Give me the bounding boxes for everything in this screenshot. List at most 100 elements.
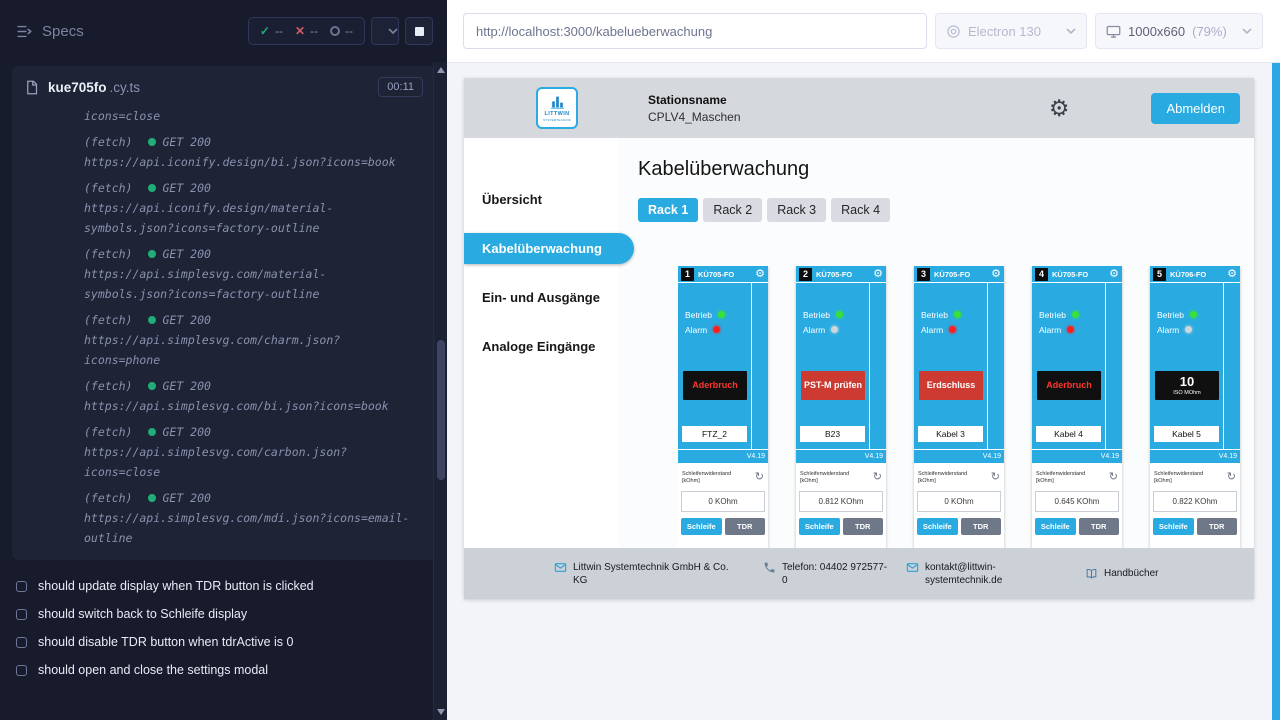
device-number: 5 [1153,268,1166,281]
cable-name-field[interactable]: Kabel 3 [918,426,983,442]
refresh-icon[interactable]: ↻ [1109,472,1118,483]
device-gear-icon[interactable]: ⚙ [991,269,1001,280]
browser-select[interactable]: Electron 130 [935,13,1087,49]
fetch-status: GET 200 [162,244,210,264]
tdr-button[interactable]: TDR [1197,518,1238,535]
stop-button[interactable] [405,17,433,45]
status-display: 10ISO MOhm [1155,371,1219,400]
alarm-led [831,326,838,333]
stat-value: -- [310,24,318,38]
url-text: http://localhost:3000/kabelueberwachung [476,24,712,39]
footer-item[interactable]: Littwin Systemtechnik GmbH & Co. KG [554,561,745,587]
log-url-line[interactable]: https://api.simplesvg.com/carbon.json?ic… [84,442,415,482]
device-side-strip [751,283,768,449]
log-url-line[interactable]: https://api.simplesvg.com/bi.json?icons=… [84,396,415,416]
log-fetch-line[interactable]: (fetch)GET 200 [84,178,415,198]
spec-row[interactable]: kue705fo .cy.ts 00:11 [12,66,435,104]
specs-toggle[interactable]: Specs [16,23,84,40]
command-log: icons=close(fetch)GET 200https://api.ico… [12,104,435,552]
tdr-button[interactable]: TDR [1079,518,1120,535]
test-item[interactable]: should switch back to Schleife display [16,600,431,628]
stage-canvas: LITTWIN SYSTEMTECHNIK Stationsname CPLV4… [447,63,1272,720]
log-fetch-line[interactable]: (fetch)GET 200 [84,132,415,152]
log-fetch-line[interactable]: (fetch)GET 200 [84,422,415,442]
cable-name-field[interactable]: Kabel 5 [1154,426,1219,442]
cable-name-field[interactable]: B23 [800,426,865,442]
log-fetch-line[interactable]: (fetch)GET 200 [84,488,415,508]
monitor-icon [1106,24,1121,39]
tab-rack-3[interactable]: Rack 3 [767,198,826,222]
mode-buttons: SchleifeTDR [799,518,883,535]
betrieb-led [836,311,843,318]
scroll-up-arrow[interactable] [437,67,445,73]
app-scrollbar[interactable] [1272,63,1280,720]
scroll-down-arrow[interactable] [437,709,445,715]
device-side-strip [1105,283,1122,449]
log-url-line[interactable]: icons=close [84,106,415,126]
log-url-line[interactable]: https://api.simplesvg.com/mdi.json?icons… [84,508,415,548]
log-url-line[interactable]: https://api.iconify.design/material-symb… [84,198,415,238]
log-fetch-line[interactable]: (fetch)GET 200 [84,244,415,264]
refresh-icon[interactable]: ↻ [873,472,882,483]
log-url-line[interactable]: https://api.simplesvg.com/charm.json?ico… [84,330,415,370]
refresh-icon[interactable]: ↻ [755,472,764,483]
scrollbar-thumb[interactable] [437,340,445,480]
viewport-size: 1000x660 [1128,24,1185,39]
tab-rack-4[interactable]: Rack 4 [831,198,890,222]
schleife-button[interactable]: Schleife [1035,518,1076,535]
tab-rack-2[interactable]: Rack 2 [703,198,762,222]
schleife-button[interactable]: Schleife [1153,518,1194,535]
test-item[interactable]: should update display when TDR button is… [16,572,431,600]
refresh-icon[interactable]: ↻ [991,472,1000,483]
measurement-panel: Schleifenwiderstand [kOhm]↻0 KOhmSchleif… [914,463,1004,548]
url-bar[interactable]: http://localhost:3000/kabelueberwachung [463,13,927,49]
collapse-button[interactable] [371,17,399,45]
device-gear-icon[interactable]: ⚙ [1109,269,1119,280]
betrieb-led [1190,311,1197,318]
settings-gear-icon[interactable]: ⚙ [1049,97,1070,120]
device-model: KÜ705-FO [816,270,873,279]
tab-rack-1[interactable]: Rack 1 [638,198,698,222]
log-fetch-line[interactable]: (fetch)GET 200 [84,376,415,396]
log-url-line[interactable]: https://api.iconify.design/bi.json?icons… [84,152,415,172]
schleife-button[interactable]: Schleife [799,518,840,535]
log-url-line[interactable]: https://api.simplesvg.com/material-symbo… [84,264,415,304]
viewport-select[interactable]: 1000x660 (79%) [1095,13,1263,49]
schleife-button[interactable]: Schleife [681,518,722,535]
footer-item[interactable]: Handbücher [1085,567,1158,580]
stat-value: -- [345,24,353,38]
footer-item[interactable]: Telefon: 04402 972577-0 [763,561,888,587]
sidebar-item-kabel-berwachung[interactable]: Kabelüberwachung [464,233,634,264]
sidebar-item-bersicht[interactable]: Übersicht [464,184,618,215]
cross-icon: ✕ [295,25,305,37]
status-ok-dot [148,138,156,146]
reporter-scrollbar[interactable] [433,62,447,720]
fetch-label: (fetch) [84,488,132,508]
log-fetch-line[interactable]: (fetch)GET 200 [84,310,415,330]
cypress-reporter: Specs ✓--✕---- kue705fo .cy.ts 00:11 ico… [0,0,447,720]
device-gear-icon[interactable]: ⚙ [873,269,883,280]
cable-name-field[interactable]: Kabel 4 [1036,426,1101,442]
fetch-status: GET 200 [162,376,210,396]
schleife-button[interactable]: Schleife [917,518,958,535]
device-model: KÜ706-FO [1170,270,1227,279]
footer-item[interactable]: kontakt@littwin-systemtechnik.de [906,561,1025,587]
tdr-button[interactable]: TDR [961,518,1002,535]
refresh-icon[interactable]: ↻ [1227,472,1236,483]
measure-row: Schleifenwiderstand [kOhm]↻ [1035,471,1119,485]
device-gear-icon[interactable]: ⚙ [1227,269,1237,280]
tdr-button[interactable]: TDR [725,518,766,535]
cable-name-field[interactable]: FTZ_2 [682,426,747,442]
measurement-panel: Schleifenwiderstand [kOhm]↻0.645 KOhmSch… [1032,463,1122,548]
device-gear-icon[interactable]: ⚙ [755,269,765,280]
logout-button[interactable]: Abmelden [1151,93,1240,124]
test-item[interactable]: should open and close the settings modal [16,656,431,684]
logo-sub-text: SYSTEMTECHNIK [543,118,571,122]
tdr-button[interactable]: TDR [843,518,884,535]
chevron-down-icon [1242,28,1252,34]
station-name: CPLV4_Maschen [648,110,741,124]
sidebar-item-analoge-eing-nge[interactable]: Analoge Eingänge [464,331,618,362]
sidebar-item-ein-und-ausg-nge[interactable]: Ein- und Ausgänge [464,282,618,313]
measure-value: 0 KOhm [681,491,765,512]
test-item[interactable]: should disable TDR button when tdrActive… [16,628,431,656]
